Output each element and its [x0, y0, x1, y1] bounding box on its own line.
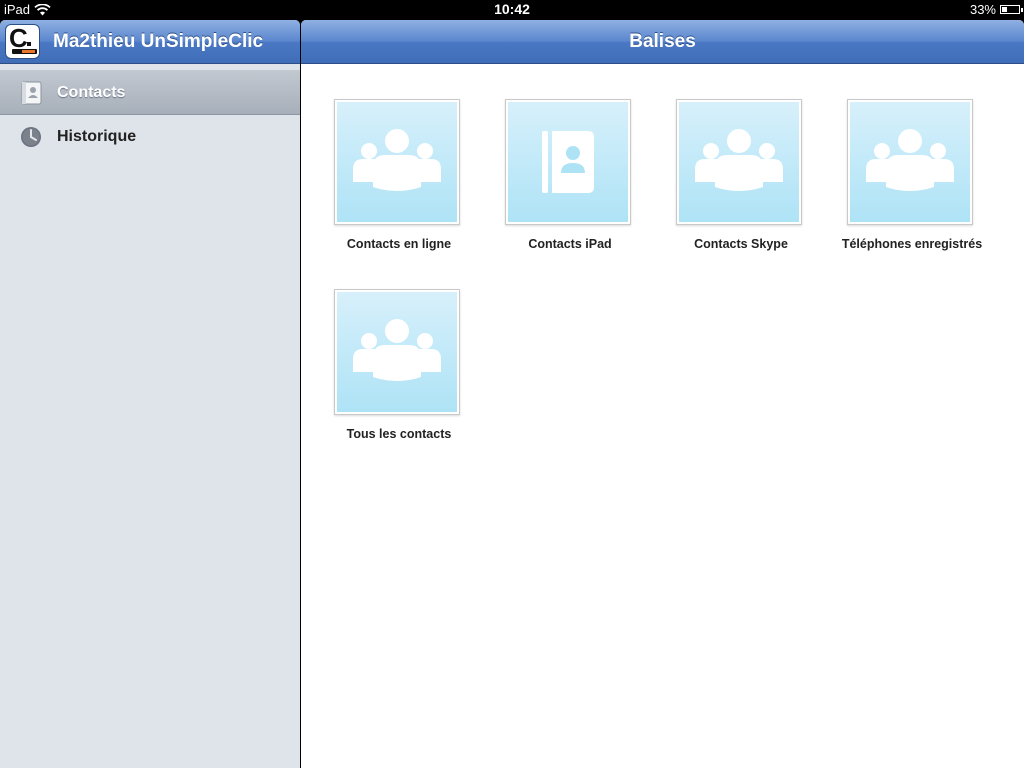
sidebar-item-contacts[interactable]: Contacts	[0, 71, 300, 115]
tile-image[interactable]	[676, 99, 802, 225]
sidebar-divider	[0, 64, 300, 71]
group-icon	[695, 129, 783, 191]
clock-icon	[21, 127, 41, 147]
sidebar-item-historique[interactable]: Historique	[0, 115, 300, 159]
tile-image[interactable]	[334, 289, 460, 415]
status-time: 10:42	[494, 1, 530, 17]
sidebar: C Ma2thieu UnSimpleClic Contacts Histori…	[0, 20, 300, 768]
group-icon	[866, 129, 954, 191]
battery-percent: 33%	[969, 2, 996, 17]
tile-label: Contacts iPad	[528, 237, 612, 251]
sidebar-header: C Ma2thieu UnSimpleClic	[0, 20, 300, 64]
tile-label: Téléphones enregistrés	[841, 237, 983, 251]
tile-contacts-ipad[interactable]: Contacts iPad	[472, 99, 642, 259]
battery-icon	[1000, 5, 1023, 14]
sidebar-item-label: Historique	[57, 128, 137, 145]
tile-tous-les-contacts[interactable]: Tous les contacts	[301, 289, 471, 449]
status-bar: iPad 10:42 33%	[0, 0, 1024, 20]
main-panel: Balises Contacts en ligne Contacts iPad …	[301, 20, 1024, 768]
group-icon	[353, 319, 441, 381]
address-book-icon	[542, 131, 594, 193]
group-icon	[353, 129, 441, 191]
battery-fill	[1002, 7, 1008, 12]
tile-image[interactable]	[505, 99, 631, 225]
tile-image[interactable]	[334, 99, 460, 225]
contacts-book-icon	[21, 81, 42, 105]
app-logo-icon[interactable]: C	[6, 25, 39, 58]
status-right: 33%	[969, 0, 1023, 19]
tile-image[interactable]	[847, 99, 973, 225]
main-title: Balises	[301, 20, 1024, 64]
tile-telephones-enregistres[interactable]: Téléphones enregistrés	[814, 99, 984, 259]
tile-label: Tous les contacts	[346, 427, 452, 441]
tile-label: Contacts en ligne	[346, 237, 452, 251]
tile-label: Contacts Skype	[694, 237, 788, 251]
app-title: Ma2thieu UnSimpleClic	[53, 30, 264, 52]
tile-contacts-skype[interactable]: Contacts Skype	[643, 99, 813, 259]
sidebar-item-label: Contacts	[57, 83, 126, 101]
tile-contacts-en-ligne[interactable]: Contacts en ligne	[301, 99, 471, 259]
